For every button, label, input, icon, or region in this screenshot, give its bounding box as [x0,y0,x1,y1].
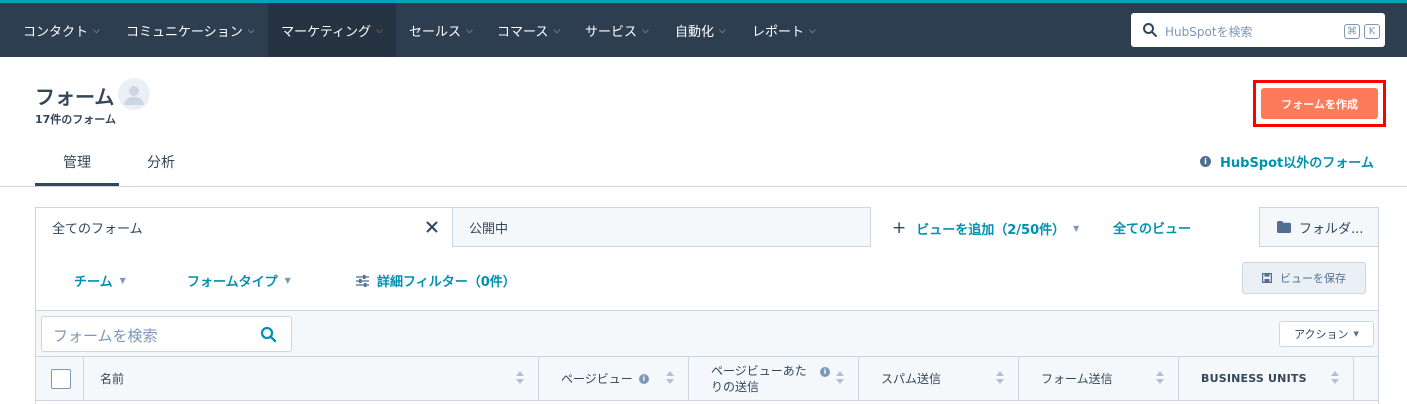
form-search-input[interactable]: フォームを検索 [41,316,292,352]
info-icon[interactable]: i [638,373,649,384]
chevron-down-icon: ⌵ [376,26,383,36]
column-header-submissions-per-view[interactable]: ページビューあたりの送信 i [689,357,859,400]
non-hubspot-forms-label: HubSpot以外のフォーム [1220,156,1374,171]
save-view-button[interactable]: ビューを保存 [1242,262,1366,294]
add-view-button[interactable]: + ビューを追加（2/50件） ▼ [892,218,1079,238]
team-filter-label: チーム [74,275,113,290]
caret-down-icon: ▼ [284,276,291,285]
global-nav: コンタクト ⌵ コミュニケーション ⌵ マーケティング ⌵ セールス ⌵ コマース ⌵ サ… [0,0,1407,57]
add-view-label: ビューを追加（2/50件） [916,222,1066,238]
form-type-filter-label: フォームタイプ [187,275,278,290]
plus-icon: + [892,218,907,238]
info-icon: i [1200,156,1211,167]
global-search-input[interactable]: HubSpotを検索 ⌘ K [1131,13,1385,47]
sort-icon[interactable] [666,371,674,385]
save-icon [1262,273,1272,283]
command-key-icon: ⌘ [1344,24,1360,39]
column-header-label: 名前 [100,371,125,386]
column-header-submissions[interactable]: フォーム送信 [1019,357,1179,400]
column-header-business-units[interactable]: BUSINESS UNITS [1179,357,1354,400]
create-form-button[interactable]: フォームを作成 [1261,88,1378,119]
folders-label: フォルダ... [1299,221,1364,237]
column-header-label: ページビューあたりの送信 [711,363,807,394]
search-icon [260,326,277,343]
advanced-filters-button[interactable]: 詳細フィルター（0件） [356,271,516,290]
column-header-spam[interactable]: スパム送信 [859,357,1019,400]
view-tab-label: 公開中 [469,221,509,237]
nav-item-automation[interactable]: 自動化 ⌵ [675,3,726,57]
column-header-label: BUSINESS UNITS [1201,371,1307,385]
nav-item-service[interactable]: サービス ⌵ [585,3,649,57]
advanced-filters-label: 詳細フィルター（0件） [377,275,516,290]
tabs-divider [0,186,1407,187]
close-icon[interactable] [424,219,440,235]
sort-icon[interactable] [1331,371,1339,385]
nav-item-label: レポート [752,24,805,40]
form-type-filter[interactable]: フォームタイプ ▼ [187,271,291,290]
chevron-down-icon: ⌵ [93,26,100,36]
create-button-highlight: フォームを作成 [1253,80,1386,127]
chevron-down-icon: ⌵ [247,26,255,36]
sort-icon[interactable] [516,371,524,385]
sort-icon[interactable] [996,371,1004,385]
chevron-down-icon: ⌵ [719,26,726,36]
view-tab-all-forms[interactable]: 全てのフォーム [35,207,453,247]
select-all-column [36,357,84,400]
search-placeholder: HubSpotを検索 [1165,25,1253,39]
tab-analyze[interactable]: 分析 [147,152,175,172]
nav-item-communication[interactable]: コミュニケーション ⌵ [126,3,255,57]
select-all-checkbox[interactable] [51,369,71,389]
column-header-label: フォーム送信 [1041,371,1113,386]
nav-item-label: マーケティング [281,24,372,40]
k-key-icon: K [1364,24,1380,39]
chevron-down-icon: ⌵ [642,26,649,36]
column-header-page-views[interactable]: ページビュー i [539,357,689,400]
caret-down-icon: ▼ [1073,223,1080,233]
view-tab-label: 全てのフォーム [52,221,143,237]
column-header-name[interactable]: 名前 [84,357,539,400]
tab-manage[interactable]: 管理 [63,152,91,172]
nav-item-label: サービス [585,24,638,40]
non-hubspot-forms-link[interactable]: i HubSpot以外のフォーム [1200,152,1374,171]
nav-item-label: コンタクト [23,24,89,40]
column-header-label: スパム送信 [881,371,942,386]
nav-item-marketing[interactable]: マーケティング ⌵ [268,3,396,57]
nav-item-reports[interactable]: レポート ⌵ [752,3,816,57]
save-view-label: ビューを保存 [1280,272,1346,285]
nav-item-label: セールス [409,24,462,40]
table-header: 名前 ページビュー i ページビューあたりの送信 i スパム送信 フォーム送信 … [36,356,1378,401]
user-icon [124,86,144,105]
sort-icon[interactable] [836,371,844,385]
chevron-down-icon: ⌵ [466,26,473,36]
view-tab-published[interactable]: 公開中 [452,207,871,247]
sort-icon[interactable] [1156,371,1164,385]
nav-item-label: コミュニケーション [126,24,243,40]
chevron-down-icon: ⌵ [553,26,561,36]
page-title: フォーム [35,85,115,109]
nav-item-commerce[interactable]: コマース ⌵ [497,3,560,57]
all-views-link[interactable]: 全てのビュー [1113,218,1191,237]
folder-icon [1277,221,1291,233]
nav-item-label: 自動化 [675,24,715,40]
nav-item-contacts[interactable]: コンタクト ⌵ [23,3,100,57]
caret-down-icon: ▼ [1353,330,1359,338]
actions-dropdown[interactable]: アクション ▼ [1279,321,1374,347]
form-search-placeholder: フォームを検索 [53,327,158,345]
search-icon [1143,23,1157,37]
info-icon[interactable]: i [820,367,830,377]
forms-table-panel: チーム ▼ フォームタイプ ▼ 詳細フィルター（0件） ビューを保存 フォームを… [35,246,1379,404]
caret-down-icon: ▼ [119,276,126,285]
avatar[interactable] [118,78,150,110]
table-toolbar: フォームを検索 アクション ▼ [36,311,1378,356]
actions-label: アクション [1294,328,1349,341]
nav-item-label: コマース [497,24,549,40]
column-header-label: ページビュー [561,371,633,386]
folders-button[interactable]: フォルダ... [1259,207,1379,247]
team-filter[interactable]: チーム ▼ [74,271,126,290]
filter-bar: チーム ▼ フォームタイプ ▼ 詳細フィルター（0件） ビューを保存 [36,246,1378,311]
nav-item-sales[interactable]: セールス ⌵ [409,3,473,57]
chevron-down-icon: ⌵ [809,26,816,36]
form-count: 17件のフォーム [35,113,116,126]
sliders-icon [356,274,369,287]
